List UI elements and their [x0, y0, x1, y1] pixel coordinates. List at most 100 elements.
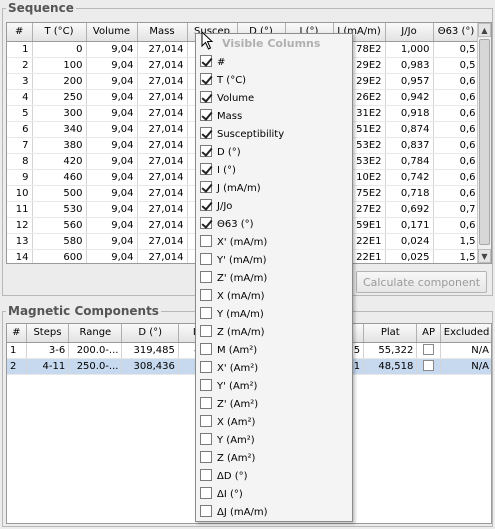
- menu-item-checkbox[interactable]: ΔD (°): [196, 468, 352, 486]
- checkbox-checked-icon[interactable]: [200, 163, 212, 175]
- ap-checkbox[interactable]: [423, 360, 435, 372]
- menu-item-checkbox[interactable]: X (mA/m): [196, 288, 352, 306]
- table-cell: 9,04: [86, 233, 138, 250]
- sequence-column-header[interactable]: Mass: [137, 23, 188, 42]
- checkbox-checked-icon[interactable]: [200, 181, 212, 193]
- sequence-vertical-scrollbar[interactable]: ▲ ▼: [477, 23, 491, 263]
- checkbox-checked-icon[interactable]: [200, 217, 212, 229]
- checkbox-checked-icon[interactable]: [200, 109, 212, 121]
- menu-item-checkbox[interactable]: Z (mA/m): [196, 324, 352, 342]
- ap-checkbox[interactable]: [423, 344, 435, 356]
- checkbox-checked-icon[interactable]: [200, 91, 212, 103]
- table-cell: 12: [7, 217, 33, 234]
- checkbox-unchecked-icon[interactable]: [200, 379, 212, 391]
- checkbox-unchecked-icon[interactable]: [200, 289, 212, 301]
- checkbox-unchecked-icon[interactable]: [200, 505, 212, 517]
- scroll-up-icon[interactable]: ▲: [478, 23, 491, 37]
- menu-item-checkbox[interactable]: Θ63 (°): [196, 216, 352, 234]
- checkbox-unchecked-icon[interactable]: [200, 451, 212, 463]
- table-cell: 7: [7, 137, 33, 154]
- menu-item-checkbox[interactable]: #: [196, 54, 352, 72]
- menu-item-checkbox[interactable]: Z' (mA/m): [196, 270, 352, 288]
- table-cell: 27,014: [137, 41, 188, 58]
- checkbox-unchecked-icon[interactable]: [200, 271, 212, 283]
- sequence-column-header[interactable]: #: [7, 23, 33, 42]
- checkbox-unchecked-icon[interactable]: [200, 397, 212, 409]
- checkbox-unchecked-icon[interactable]: [200, 253, 212, 265]
- checkbox-unchecked-icon[interactable]: [200, 235, 212, 247]
- checkbox-checked-icon[interactable]: [200, 145, 212, 157]
- menu-item-label: Z' (mA/m): [217, 273, 268, 284]
- menu-item-label: J (mA/m): [217, 183, 261, 194]
- checkbox-unchecked-icon[interactable]: [200, 343, 212, 355]
- table-cell: 3-6: [26, 342, 70, 359]
- table-cell: 27,014: [137, 121, 188, 138]
- menu-item-label: X (Am²): [217, 417, 256, 428]
- magnetic-column-header[interactable]: Steps: [26, 324, 70, 343]
- scrollbar-thumb[interactable]: [479, 39, 490, 245]
- ap-cell[interactable]: [416, 342, 441, 359]
- checkbox-unchecked-icon[interactable]: [200, 433, 212, 445]
- table-cell: 0,7: [433, 201, 480, 218]
- menu-item-checkbox[interactable]: X' (mA/m): [196, 234, 352, 252]
- menu-item-checkbox[interactable]: I (°): [196, 162, 352, 180]
- table-cell: 530: [32, 201, 87, 218]
- menu-item-checkbox[interactable]: J (mA/m): [196, 180, 352, 198]
- menu-item-label: X' (mA/m): [217, 237, 268, 248]
- menu-item-checkbox[interactable]: Volume: [196, 90, 352, 108]
- magnetic-column-header[interactable]: D (°): [121, 324, 179, 343]
- menu-item-checkbox[interactable]: Y' (mA/m): [196, 252, 352, 270]
- table-cell: 0,918: [385, 105, 434, 122]
- menu-item-checkbox[interactable]: M (Am²): [196, 342, 352, 360]
- table-cell: 0,6: [433, 217, 480, 234]
- menu-item-checkbox[interactable]: X' (Am²): [196, 360, 352, 378]
- visible-columns-menu[interactable]: Visible Columns # T (°C) Volume Mass Suscept…: [195, 33, 353, 522]
- table-cell: 9,04: [86, 153, 138, 170]
- menu-item-checkbox[interactable]: Y (Am²): [196, 432, 352, 450]
- menu-item-checkbox[interactable]: Susceptibility: [196, 126, 352, 144]
- checkbox-unchecked-icon[interactable]: [200, 361, 212, 373]
- menu-item-checkbox[interactable]: T (°C): [196, 72, 352, 90]
- sequence-column-header[interactable]: Volume: [86, 23, 138, 42]
- sequence-column-header[interactable]: J/Jo: [385, 23, 434, 42]
- magnetic-column-header[interactable]: Plat: [363, 324, 418, 343]
- scroll-down-icon[interactable]: ▼: [478, 249, 491, 263]
- checkbox-unchecked-icon[interactable]: [200, 469, 212, 481]
- table-cell: 0,171: [385, 217, 434, 234]
- sequence-column-header[interactable]: Θ63 (°): [433, 23, 480, 42]
- checkbox-checked-icon[interactable]: [200, 73, 212, 85]
- menu-item-checkbox[interactable]: ΔJ (mA/m): [196, 504, 352, 522]
- menu-item-checkbox[interactable]: D (°): [196, 144, 352, 162]
- menu-item-checkbox[interactable]: Z (Am²): [196, 450, 352, 468]
- magnetic-column-header[interactable]: AP: [416, 324, 441, 343]
- checkbox-unchecked-icon[interactable]: [200, 307, 212, 319]
- table-cell: 0,942: [385, 89, 434, 106]
- checkbox-checked-icon[interactable]: [200, 55, 212, 67]
- menu-item-label: Θ63 (°): [217, 219, 254, 230]
- table-cell: 0,6: [433, 153, 480, 170]
- sequence-column-header[interactable]: T (°C): [32, 23, 87, 42]
- menu-item-checkbox[interactable]: Y (mA/m): [196, 306, 352, 324]
- menu-item-checkbox[interactable]: ΔI (°): [196, 486, 352, 504]
- table-cell: 340: [32, 121, 87, 138]
- calculate-component-button[interactable]: Calculate component: [356, 271, 487, 293]
- checkbox-unchecked-icon[interactable]: [200, 487, 212, 499]
- magnetic-column-header[interactable]: Excluded: [440, 324, 491, 343]
- menu-item-checkbox[interactable]: X (Am²): [196, 414, 352, 432]
- menu-item-checkbox[interactable]: Z' (Am²): [196, 396, 352, 414]
- checkbox-unchecked-icon[interactable]: [200, 325, 212, 337]
- checkbox-unchecked-icon[interactable]: [200, 415, 212, 427]
- menu-item-checkbox[interactable]: Y' (Am²): [196, 378, 352, 396]
- menu-item-label: ΔD (°): [217, 471, 248, 482]
- checkbox-checked-icon[interactable]: [200, 127, 212, 139]
- ap-cell[interactable]: [416, 358, 441, 375]
- menu-item-checkbox[interactable]: Mass: [196, 108, 352, 126]
- magnetic-column-header[interactable]: #: [7, 324, 27, 343]
- checkbox-checked-icon[interactable]: [200, 199, 212, 211]
- magnetic-column-header[interactable]: Range: [68, 324, 123, 343]
- table-cell: 0,6: [433, 137, 480, 154]
- menu-item-checkbox[interactable]: J/Jo: [196, 198, 352, 216]
- table-cell: 319,485: [121, 342, 179, 359]
- table-cell: 1,000: [385, 41, 434, 58]
- table-cell: 27,014: [137, 57, 188, 74]
